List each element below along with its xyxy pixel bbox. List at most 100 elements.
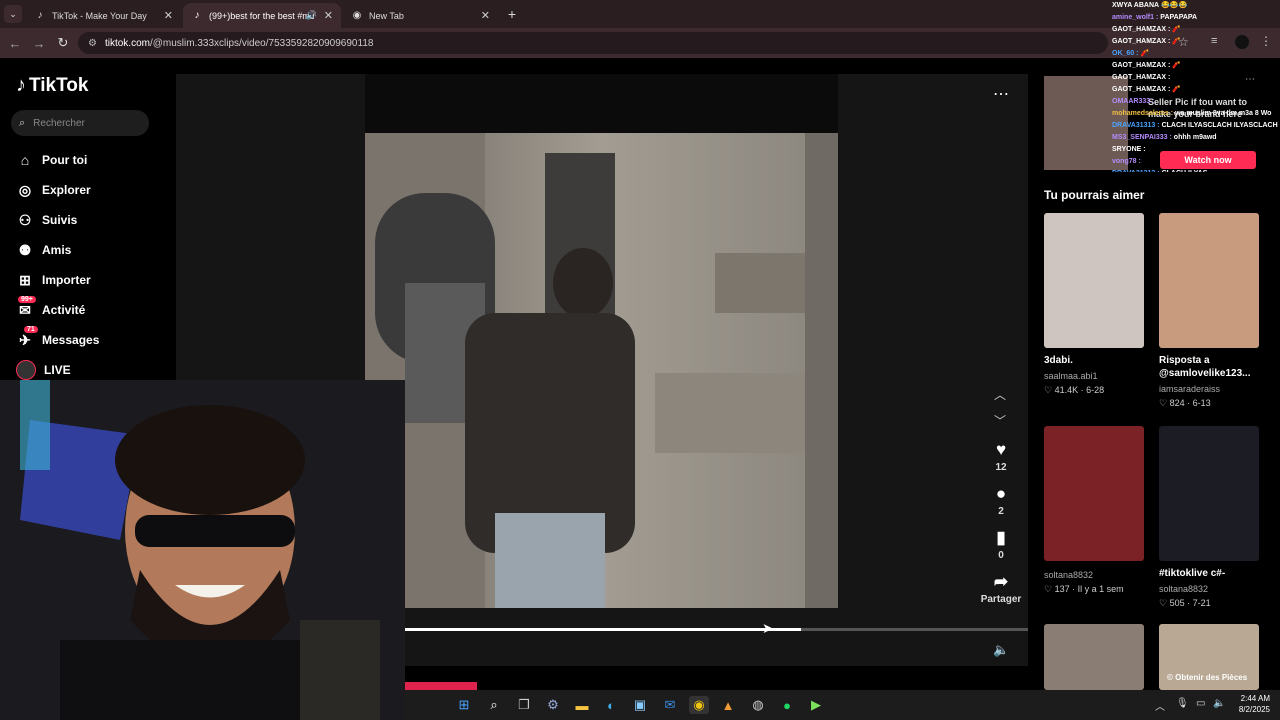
obs-icon[interactable]: ◍ [748, 696, 768, 714]
save-button[interactable]: ▮ 0 [984, 528, 1018, 561]
chat-username: DRAVA31313 : [1112, 170, 1160, 172]
app-icon[interactable]: ▲ [718, 696, 738, 714]
sidebar-item-label: Messages [42, 333, 100, 347]
chevron-down-icon: ⌄ [9, 8, 17, 19]
close-icon[interactable]: ✕ [324, 9, 333, 22]
store-icon[interactable]: ▣ [630, 696, 650, 714]
browser-toolbar: ← → ↻ ⚙ tiktok.com /@muslim.333xclips/vi… [0, 28, 1280, 58]
more-options-icon[interactable]: ⋯ [993, 84, 1009, 104]
chat-text: 🧨 [1140, 50, 1150, 57]
search-icon[interactable]: ⌕ [484, 696, 504, 714]
like-button[interactable]: ♥ 12 [984, 440, 1018, 473]
suggestion-card[interactable]: © Obtenir des Pièces [1159, 624, 1259, 690]
share-button[interactable]: ➦ Partager [976, 572, 1026, 605]
sidebar-item-live[interactable]: LIVE [16, 360, 71, 380]
sidebar-item-activite[interactable]: ✉ 99+ Activité [16, 295, 85, 320]
windows-start-icon[interactable]: ⊞ [454, 696, 474, 714]
chat-message: GAOT_HAMZAX : 🧨 [1112, 60, 1280, 72]
chevron-up-icon[interactable]: ︿ [994, 386, 1006, 403]
webcam-feed [0, 380, 405, 720]
browser-tab-bar: ⌄ ♪ TikTok - Make Your Day ✕ ♪ (99+)best… [0, 0, 1280, 28]
share-label: Partager [980, 594, 1022, 605]
video-still-image [365, 133, 838, 608]
close-icon[interactable]: ✕ [481, 9, 490, 22]
chevron-up-icon[interactable]: ︿ [1155, 698, 1165, 713]
chevron-down-icon[interactable]: ﹀ [994, 412, 1006, 429]
sidebar-item-amis[interactable]: ⚉ Amis [16, 240, 72, 260]
chat-message: MS3_SENPAI333 : ohhh m9awd [1112, 132, 1280, 144]
chat-message: mohamedsalems : wa muslim 8va tlm m3a 8 W… [1112, 108, 1280, 120]
card-thumbnail: © Obtenir des Pièces [1159, 624, 1259, 690]
card-author[interactable]: saalmaa.abi1 [1044, 370, 1144, 382]
mouse-cursor-icon: ➤ [762, 620, 774, 636]
tab-tiktok-home[interactable]: ♪ TikTok - Make Your Day ✕ [26, 3, 181, 28]
edge-icon[interactable]: ◐ [601, 696, 621, 714]
notification-badge: 71 [24, 325, 38, 333]
tab-video[interactable]: ♪ (99+)best for the best #mu 🔊 ✕ [183, 3, 341, 28]
reload-button[interactable]: ↻ [54, 34, 72, 52]
sidebar-item-pour-toi[interactable]: ⌂ Pour toi [16, 150, 88, 170]
card-author[interactable]: iamsaraderaiss [1159, 383, 1259, 395]
back-button[interactable]: ← [6, 34, 24, 52]
heart-outline-icon: ♡ [1044, 584, 1053, 594]
suggestion-card[interactable]: 3dabi. saalmaa.abi1 ♡ 41.4K · 6-28 [1044, 213, 1144, 396]
settings-icon[interactable]: ⚙ [543, 696, 563, 714]
logo-text: TikTok [29, 74, 89, 96]
video-content[interactable] [365, 133, 838, 608]
sidebar-item-importer[interactable]: ⊞ Importer [16, 270, 91, 290]
speaker-icon[interactable]: 🔊 [306, 10, 317, 21]
card-date: Il y a 1 sem [1077, 584, 1124, 594]
card-author[interactable]: soltana8832 [1159, 583, 1259, 595]
chat-username: XWYA ABANA [1112, 2, 1160, 9]
chat-message: OMAAR333 : [1112, 96, 1280, 108]
suggestion-card[interactable]: soltana8832 ♡ 137 · Il y a 1 sem [1044, 426, 1144, 595]
network-icon[interactable]: ▭ [1196, 698, 1205, 709]
file-explorer-icon[interactable]: ▬ [572, 696, 592, 714]
stream-chat-overlay: XWYA ABANA 😂😂😂 amine_wolf1 : PAPAPAPA GAOT_H… [1112, 0, 1280, 172]
chat-username: GAOT_HAMZAX : [1112, 86, 1171, 93]
search-icon: ⌕ [19, 116, 26, 129]
microphone-icon[interactable]: 🎙 [1176, 698, 1189, 709]
spotify-icon[interactable]: ● [777, 696, 797, 714]
get-coins-button[interactable]: © Obtenir des Pièces [1167, 673, 1247, 682]
site-info-icon[interactable]: ⚙ [88, 38, 97, 49]
tab-search-button[interactable]: ⌄ [4, 5, 22, 23]
sidebar-item-explorer[interactable]: ◎ Explorer [16, 180, 91, 200]
taskbar-clock[interactable]: 2:44 AM 8/2/2025 [1232, 693, 1270, 715]
messages-icon: ✈ 71 [16, 325, 38, 349]
tiktok-logo[interactable]: ♪ TikTok [16, 74, 88, 97]
suggestion-card[interactable]: #tiktoklive c#- soltana8832 ♡ 505 · 7-21 [1159, 426, 1259, 609]
comment-button[interactable]: ● 2 [984, 484, 1018, 517]
sidebar-item-messages[interactable]: ✈ 71 Messages [16, 325, 100, 350]
forward-button[interactable]: → [30, 34, 48, 52]
card-author[interactable]: soltana8832 [1044, 569, 1144, 581]
new-tab-button[interactable]: + [503, 5, 521, 23]
chat-text: 🧨 [1172, 38, 1182, 45]
address-bar[interactable]: ⚙ tiktok.com /@muslim.333xclips/video/75… [78, 32, 1108, 54]
chrome-icon[interactable]: ◉ [689, 696, 709, 714]
home-icon: ⌂ [20, 152, 30, 168]
search-input[interactable]: ⌕ Rechercher [11, 110, 149, 136]
chat-message: GAOT_HAMZAX : 🧨 [1112, 84, 1280, 96]
tab-title: TikTok - Make Your Day [52, 10, 147, 21]
chat-username: MS3_SENPAI333 : [1112, 134, 1172, 141]
volume-icon[interactable]: 🔈 [1213, 698, 1225, 709]
sidebar-item-suivis[interactable]: ⚇ Suivis [16, 210, 78, 230]
tab-title: New Tab [369, 10, 404, 21]
save-count: 0 [998, 550, 1004, 561]
streaming-app-icon[interactable]: ▶ [806, 696, 826, 714]
card-stats: ♡ 41.4K · 6-28 [1044, 385, 1105, 395]
outlook-icon[interactable]: ✉ [660, 696, 680, 714]
chat-username: DRAVA31313 : [1112, 122, 1160, 129]
suggestion-card[interactable] [1044, 624, 1144, 690]
tiktok-sidebar: ♪ TikTok ⌕ Rechercher ⌂ Pour toi ◎ Explo… [0, 58, 176, 380]
suggestion-card[interactable]: Risposta a @samlovelike123... iamsarader… [1159, 213, 1259, 409]
card-thumbnail [1159, 213, 1259, 348]
search-placeholder: Rechercher [33, 117, 85, 129]
close-icon[interactable]: ✕ [164, 9, 173, 22]
tab-new-tab[interactable]: ◉ New Tab ✕ [343, 3, 498, 28]
volume-icon[interactable]: 🔈 [993, 642, 1009, 658]
task-view-icon[interactable]: ❐ [514, 696, 534, 714]
card-thumbnail [1159, 426, 1259, 561]
compass-icon: ◎ [18, 181, 32, 198]
